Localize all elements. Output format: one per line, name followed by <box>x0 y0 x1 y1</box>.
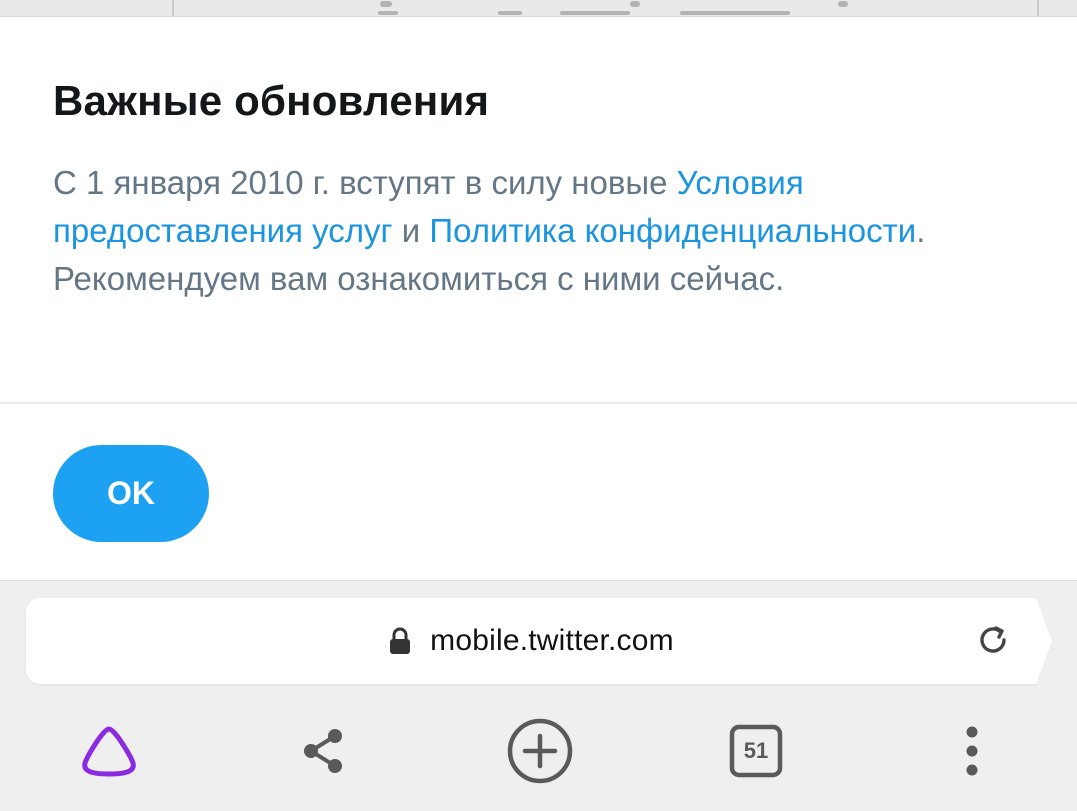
more-vertical-icon[interactable] <box>922 701 1022 801</box>
dialog-body: С 1 января 2010 г. вступят в силу новые … <box>53 159 1043 303</box>
tabs-counter-icon[interactable]: 51 <box>706 701 806 801</box>
reload-icon[interactable] <box>974 620 1014 660</box>
page: Важные обновления С 1 января 2010 г. вст… <box>0 0 1077 811</box>
url-display: mobile.twitter.com <box>26 598 1036 684</box>
address-bar[interactable]: mobile.twitter.com <box>26 598 1052 684</box>
dialog-title: Важные обновления <box>53 77 490 124</box>
background-table-fragment <box>0 0 1077 17</box>
url-text: mobile.twitter.com <box>430 624 674 657</box>
browser-bottom-bar: mobile.twitter.com 51 <box>0 580 1077 811</box>
body-text-intro: С 1 января 2010 г. вступят в силу новые <box>53 164 677 201</box>
body-text-and: и <box>392 212 430 249</box>
lock-icon <box>388 627 412 655</box>
browser-toolbar: 51 <box>0 701 1077 801</box>
share-icon[interactable] <box>273 701 373 801</box>
updates-dialog: Важные обновления С 1 января 2010 г. вст… <box>0 17 1077 580</box>
alice-assistant-icon[interactable] <box>59 701 159 801</box>
tab-count: 51 <box>743 738 769 763</box>
dialog-divider <box>0 402 1077 404</box>
ok-button[interactable]: OK <box>53 445 209 542</box>
plus-circle-icon[interactable] <box>490 701 590 801</box>
privacy-policy-link[interactable]: Политика конфиденциальности <box>429 212 916 249</box>
